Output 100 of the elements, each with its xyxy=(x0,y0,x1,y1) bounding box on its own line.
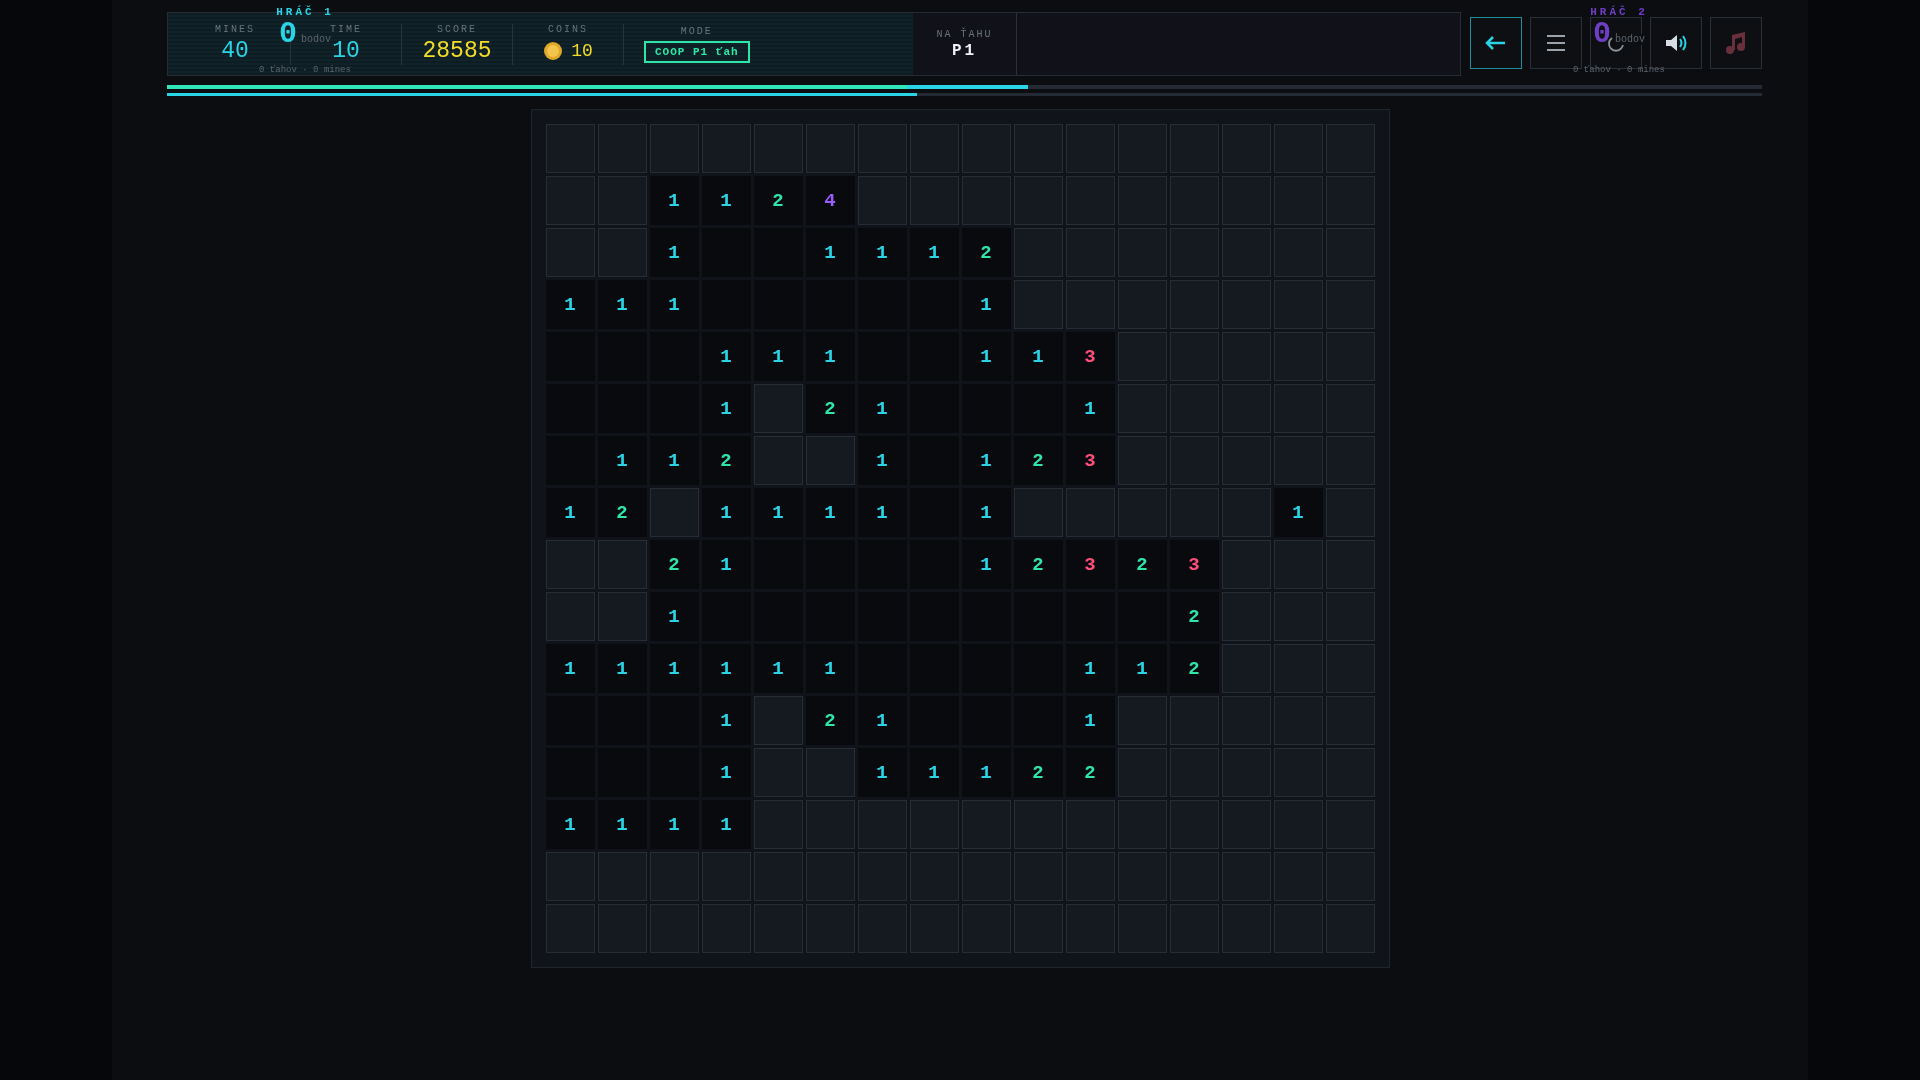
hidden-cell[interactable] xyxy=(1169,488,1219,537)
hidden-cell[interactable] xyxy=(1221,488,1271,537)
hidden-cell[interactable] xyxy=(909,176,959,225)
hidden-cell[interactable] xyxy=(1221,800,1271,849)
hidden-cell[interactable] xyxy=(1273,436,1323,485)
hidden-cell[interactable] xyxy=(1117,800,1167,849)
hidden-cell[interactable] xyxy=(753,800,803,849)
hidden-cell[interactable] xyxy=(1273,592,1323,641)
hidden-cell[interactable] xyxy=(1013,800,1063,849)
hidden-cell[interactable] xyxy=(909,904,959,953)
hidden-cell[interactable] xyxy=(649,124,699,173)
hidden-cell[interactable] xyxy=(805,904,855,953)
hidden-cell[interactable] xyxy=(1221,904,1271,953)
hidden-cell[interactable] xyxy=(909,800,959,849)
hidden-cell[interactable] xyxy=(1325,904,1375,953)
hidden-cell[interactable] xyxy=(805,800,855,849)
hidden-cell[interactable] xyxy=(1273,124,1323,173)
hidden-cell[interactable] xyxy=(597,852,647,901)
hidden-cell[interactable] xyxy=(1273,696,1323,745)
hidden-cell[interactable] xyxy=(1221,228,1271,277)
hidden-cell[interactable] xyxy=(545,540,595,589)
hidden-cell[interactable] xyxy=(1013,124,1063,173)
hidden-cell[interactable] xyxy=(649,852,699,901)
hidden-cell[interactable] xyxy=(545,852,595,901)
hidden-cell[interactable] xyxy=(545,904,595,953)
hidden-cell[interactable] xyxy=(597,592,647,641)
hidden-cell[interactable] xyxy=(1117,228,1167,277)
hidden-cell[interactable] xyxy=(1325,540,1375,589)
hidden-cell[interactable] xyxy=(1273,852,1323,901)
hidden-cell[interactable] xyxy=(1013,904,1063,953)
hidden-cell[interactable] xyxy=(1221,384,1271,433)
hidden-cell[interactable] xyxy=(1169,332,1219,381)
hidden-cell[interactable] xyxy=(1065,800,1115,849)
hidden-cell[interactable] xyxy=(597,540,647,589)
hidden-cell[interactable] xyxy=(701,124,751,173)
hidden-cell[interactable] xyxy=(961,176,1011,225)
hidden-cell[interactable] xyxy=(1325,384,1375,433)
hidden-cell[interactable] xyxy=(1273,644,1323,693)
hidden-cell[interactable] xyxy=(545,176,595,225)
hidden-cell[interactable] xyxy=(1325,696,1375,745)
hidden-cell[interactable] xyxy=(701,904,751,953)
hidden-cell[interactable] xyxy=(1065,176,1115,225)
hidden-cell[interactable] xyxy=(805,436,855,485)
hidden-cell[interactable] xyxy=(1273,748,1323,797)
hidden-cell[interactable] xyxy=(1169,384,1219,433)
hidden-cell[interactable] xyxy=(1221,436,1271,485)
hidden-cell[interactable] xyxy=(961,904,1011,953)
hidden-cell[interactable] xyxy=(1117,332,1167,381)
hidden-cell[interactable] xyxy=(1325,644,1375,693)
hidden-cell[interactable] xyxy=(1117,436,1167,485)
hidden-cell[interactable] xyxy=(753,124,803,173)
hidden-cell[interactable] xyxy=(961,800,1011,849)
hidden-cell[interactable] xyxy=(1117,280,1167,329)
hidden-cell[interactable] xyxy=(1273,176,1323,225)
hidden-cell[interactable] xyxy=(1325,488,1375,537)
hidden-cell[interactable] xyxy=(597,124,647,173)
hidden-cell[interactable] xyxy=(857,904,907,953)
hidden-cell[interactable] xyxy=(1221,540,1271,589)
hidden-cell[interactable] xyxy=(961,124,1011,173)
hidden-cell[interactable] xyxy=(1325,228,1375,277)
back-button[interactable] xyxy=(1470,17,1522,69)
hidden-cell[interactable] xyxy=(1221,852,1271,901)
hidden-cell[interactable] xyxy=(909,852,959,901)
hidden-cell[interactable] xyxy=(753,384,803,433)
hidden-cell[interactable] xyxy=(1221,176,1271,225)
hidden-cell[interactable] xyxy=(1221,280,1271,329)
hidden-cell[interactable] xyxy=(1169,852,1219,901)
hidden-cell[interactable] xyxy=(1065,852,1115,901)
hidden-cell[interactable] xyxy=(1013,176,1063,225)
hidden-cell[interactable] xyxy=(597,904,647,953)
hidden-cell[interactable] xyxy=(1013,852,1063,901)
hidden-cell[interactable] xyxy=(649,488,699,537)
hidden-cell[interactable] xyxy=(1325,280,1375,329)
hidden-cell[interactable] xyxy=(1169,280,1219,329)
hidden-cell[interactable] xyxy=(1273,800,1323,849)
hidden-cell[interactable] xyxy=(1169,800,1219,849)
hidden-cell[interactable] xyxy=(1169,176,1219,225)
hidden-cell[interactable] xyxy=(545,228,595,277)
hidden-cell[interactable] xyxy=(1065,280,1115,329)
hidden-cell[interactable] xyxy=(857,176,907,225)
hidden-cell[interactable] xyxy=(1013,280,1063,329)
hidden-cell[interactable] xyxy=(961,852,1011,901)
hidden-cell[interactable] xyxy=(1273,540,1323,589)
hidden-cell[interactable] xyxy=(909,124,959,173)
hidden-cell[interactable] xyxy=(1169,696,1219,745)
hidden-cell[interactable] xyxy=(1117,488,1167,537)
hidden-cell[interactable] xyxy=(1325,800,1375,849)
hidden-cell[interactable] xyxy=(1065,488,1115,537)
hidden-cell[interactable] xyxy=(857,852,907,901)
hidden-cell[interactable] xyxy=(1325,592,1375,641)
hidden-cell[interactable] xyxy=(1325,852,1375,901)
hidden-cell[interactable] xyxy=(805,124,855,173)
hidden-cell[interactable] xyxy=(805,748,855,797)
hidden-cell[interactable] xyxy=(1273,332,1323,381)
hidden-cell[interactable] xyxy=(1221,696,1271,745)
hidden-cell[interactable] xyxy=(545,592,595,641)
hidden-cell[interactable] xyxy=(1117,748,1167,797)
hidden-cell[interactable] xyxy=(1065,904,1115,953)
hidden-cell[interactable] xyxy=(1169,904,1219,953)
hidden-cell[interactable] xyxy=(857,124,907,173)
